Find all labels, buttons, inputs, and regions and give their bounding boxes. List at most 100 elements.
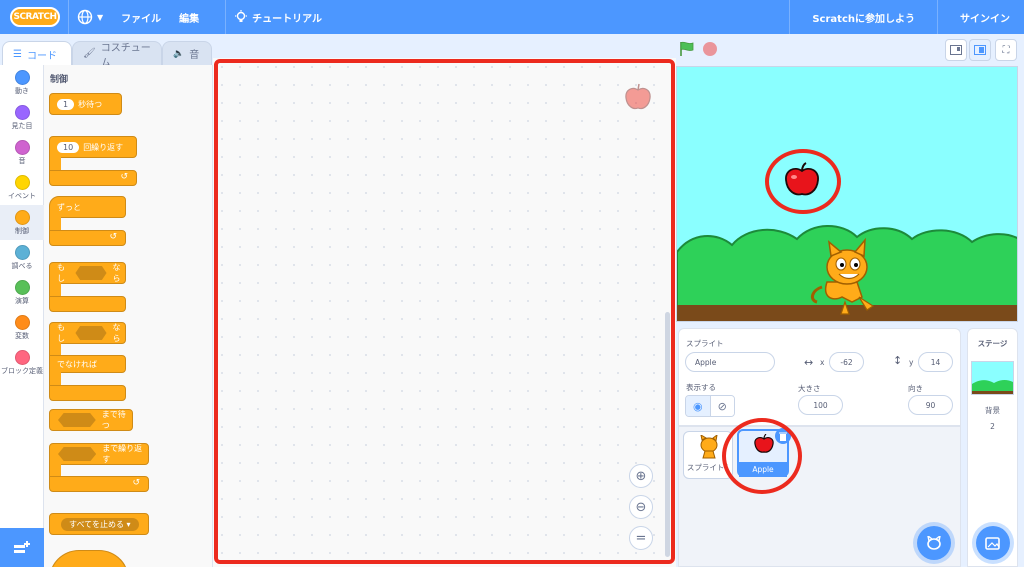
- menu-separator: [789, 0, 791, 34]
- menu-separator: [937, 0, 938, 34]
- wait-block[interactable]: 1 秒待つ: [49, 93, 122, 115]
- category-item[interactable]: 調べる: [0, 240, 44, 275]
- forever-block-foot: ↺: [49, 230, 126, 246]
- sprite-info-panel: スプライト Apple ↔ x -62 ↕ y 14 表示する ◉ ⊘ 大きさ …: [678, 328, 961, 426]
- tutorials-menu[interactable]: チュートリアル: [234, 10, 322, 25]
- category-menu: 動き 見た目音イベント制御調べる演算変数 ブロック定義: [0, 65, 44, 567]
- repeat-until-label: まで繰り返す: [102, 444, 143, 464]
- small-stage-button[interactable]: [945, 39, 967, 61]
- forever-arm: [49, 217, 61, 231]
- category-item[interactable]: 変数: [0, 310, 44, 345]
- code-icon: ☰: [13, 48, 22, 60]
- category-label: イベント: [8, 191, 36, 200]
- direction-input[interactable]: 90: [908, 395, 953, 415]
- stop-block[interactable]: すべてを止める ▾: [49, 513, 149, 535]
- repeat-block[interactable]: 10 回繰り返す: [49, 136, 137, 158]
- stage-canvas[interactable]: [676, 66, 1018, 322]
- menu-separator: [225, 0, 227, 34]
- if-label: もし: [57, 263, 65, 283]
- fullscreen-icon: ⛶: [1002, 44, 1010, 56]
- repeat-until-block-foot: ↺: [49, 476, 149, 492]
- stage-thumbnail[interactable]: [971, 361, 1014, 395]
- stop-dropdown[interactable]: すべてを止める ▾: [61, 517, 139, 531]
- visibility-toggle: ◉ ⊘: [685, 395, 735, 417]
- tab-sounds[interactable]: 🔈 音: [162, 41, 212, 65]
- if-else-block[interactable]: もし なら: [49, 322, 126, 344]
- file-menu[interactable]: ファイル: [121, 10, 161, 25]
- repeat-until-block[interactable]: まで繰り返す: [49, 443, 149, 465]
- repeat-arm: [49, 157, 61, 171]
- hide-button[interactable]: ⊘: [709, 396, 734, 416]
- sprite-name-input[interactable]: Apple: [685, 352, 775, 372]
- y-label: y: [909, 358, 914, 367]
- condition-slot[interactable]: [75, 266, 107, 280]
- lightbulb-icon: [235, 10, 248, 22]
- wait-until-block[interactable]: まで待つ: [49, 409, 133, 431]
- green-flag-icon[interactable]: [679, 41, 695, 57]
- start-as-clone-hat-block[interactable]: [49, 550, 129, 567]
- cat-add-icon: [927, 536, 941, 550]
- join-scratch-link[interactable]: Scratchに参加しよう: [812, 10, 915, 25]
- apple-sprite-highlight: [765, 149, 841, 214]
- fullscreen-button[interactable]: ⛶: [995, 39, 1017, 61]
- category-label: 音: [18, 156, 26, 165]
- sign-in-link[interactable]: サインイン: [960, 10, 1010, 25]
- large-stage-button[interactable]: [969, 39, 991, 61]
- extension-icon: [14, 540, 30, 553]
- if-else-if-label: もし: [57, 323, 65, 343]
- image-add-icon: [985, 537, 1000, 550]
- backdrops-label: 背景: [985, 406, 1000, 415]
- forever-block[interactable]: ずっと: [49, 196, 126, 218]
- category-item[interactable]: ブロック定義: [0, 345, 44, 380]
- zoom-in-icon: ⊕: [635, 468, 647, 484]
- speaker-icon: 🔈: [173, 48, 185, 59]
- category-item[interactable]: 見た目: [0, 100, 44, 135]
- condition-slot[interactable]: [58, 413, 96, 427]
- category-color-icon: [14, 174, 30, 190]
- code-workspace[interactable]: [213, 58, 676, 567]
- category-item[interactable]: 音: [0, 135, 44, 170]
- add-extension-button[interactable]: [0, 528, 44, 567]
- size-input[interactable]: 100: [798, 395, 843, 415]
- scratch-logo[interactable]: SCRATCH: [10, 7, 60, 27]
- workspace-scrollbar[interactable]: [665, 312, 670, 557]
- direction-label: 向き: [908, 384, 923, 393]
- small-stage-icon: [950, 45, 962, 55]
- x-position-input[interactable]: -62: [829, 352, 864, 372]
- y-position-input[interactable]: 14: [918, 352, 953, 372]
- wait-input[interactable]: 1: [57, 98, 75, 110]
- condition-slot[interactable]: [75, 326, 107, 340]
- category-color-icon: [14, 314, 30, 330]
- loop-arrow-icon: ↺: [109, 232, 117, 242]
- category-label: 演算: [15, 296, 29, 305]
- show-button[interactable]: ◉: [686, 396, 710, 416]
- language-menu[interactable]: ▼: [77, 9, 103, 25]
- edit-menu[interactable]: 編集: [179, 10, 199, 25]
- add-sprite-button[interactable]: [917, 526, 951, 560]
- zoom-out-button[interactable]: ⊖: [629, 495, 653, 519]
- category-color-icon: [14, 209, 30, 225]
- tab-code[interactable]: ☰ コード: [2, 41, 72, 66]
- zoom-in-button[interactable]: ⊕: [629, 464, 653, 488]
- palette-section-title: 制御: [50, 75, 69, 85]
- add-backdrop-button[interactable]: [976, 526, 1010, 560]
- if-else-then-label: なら: [112, 323, 121, 343]
- repeat-input[interactable]: 10: [57, 141, 80, 153]
- wait-until-label: まで待つ: [101, 410, 126, 430]
- stage-backdrop: [677, 67, 1017, 321]
- zoom-out-icon: ⊖: [635, 499, 647, 515]
- category-color-icon: [14, 69, 30, 85]
- category-item[interactable]: 制御: [0, 205, 44, 240]
- large-stage-icon: [974, 45, 986, 55]
- category-item[interactable]: イベント: [0, 170, 44, 205]
- if-block[interactable]: もし なら: [49, 262, 126, 284]
- stop-sign-icon[interactable]: [703, 42, 717, 56]
- condition-slot[interactable]: [58, 447, 97, 461]
- category-label: 制御: [15, 226, 29, 235]
- category-item[interactable]: 動き: [0, 65, 44, 100]
- category-item[interactable]: 演算: [0, 275, 44, 310]
- zoom-reset-button[interactable]: =: [629, 526, 653, 550]
- menu-right: Scratchに参加しよう サインイン: [781, 0, 1024, 34]
- tab-costumes[interactable]: 🖌 コスチューム: [72, 41, 162, 69]
- zoom-reset-icon: =: [635, 530, 647, 546]
